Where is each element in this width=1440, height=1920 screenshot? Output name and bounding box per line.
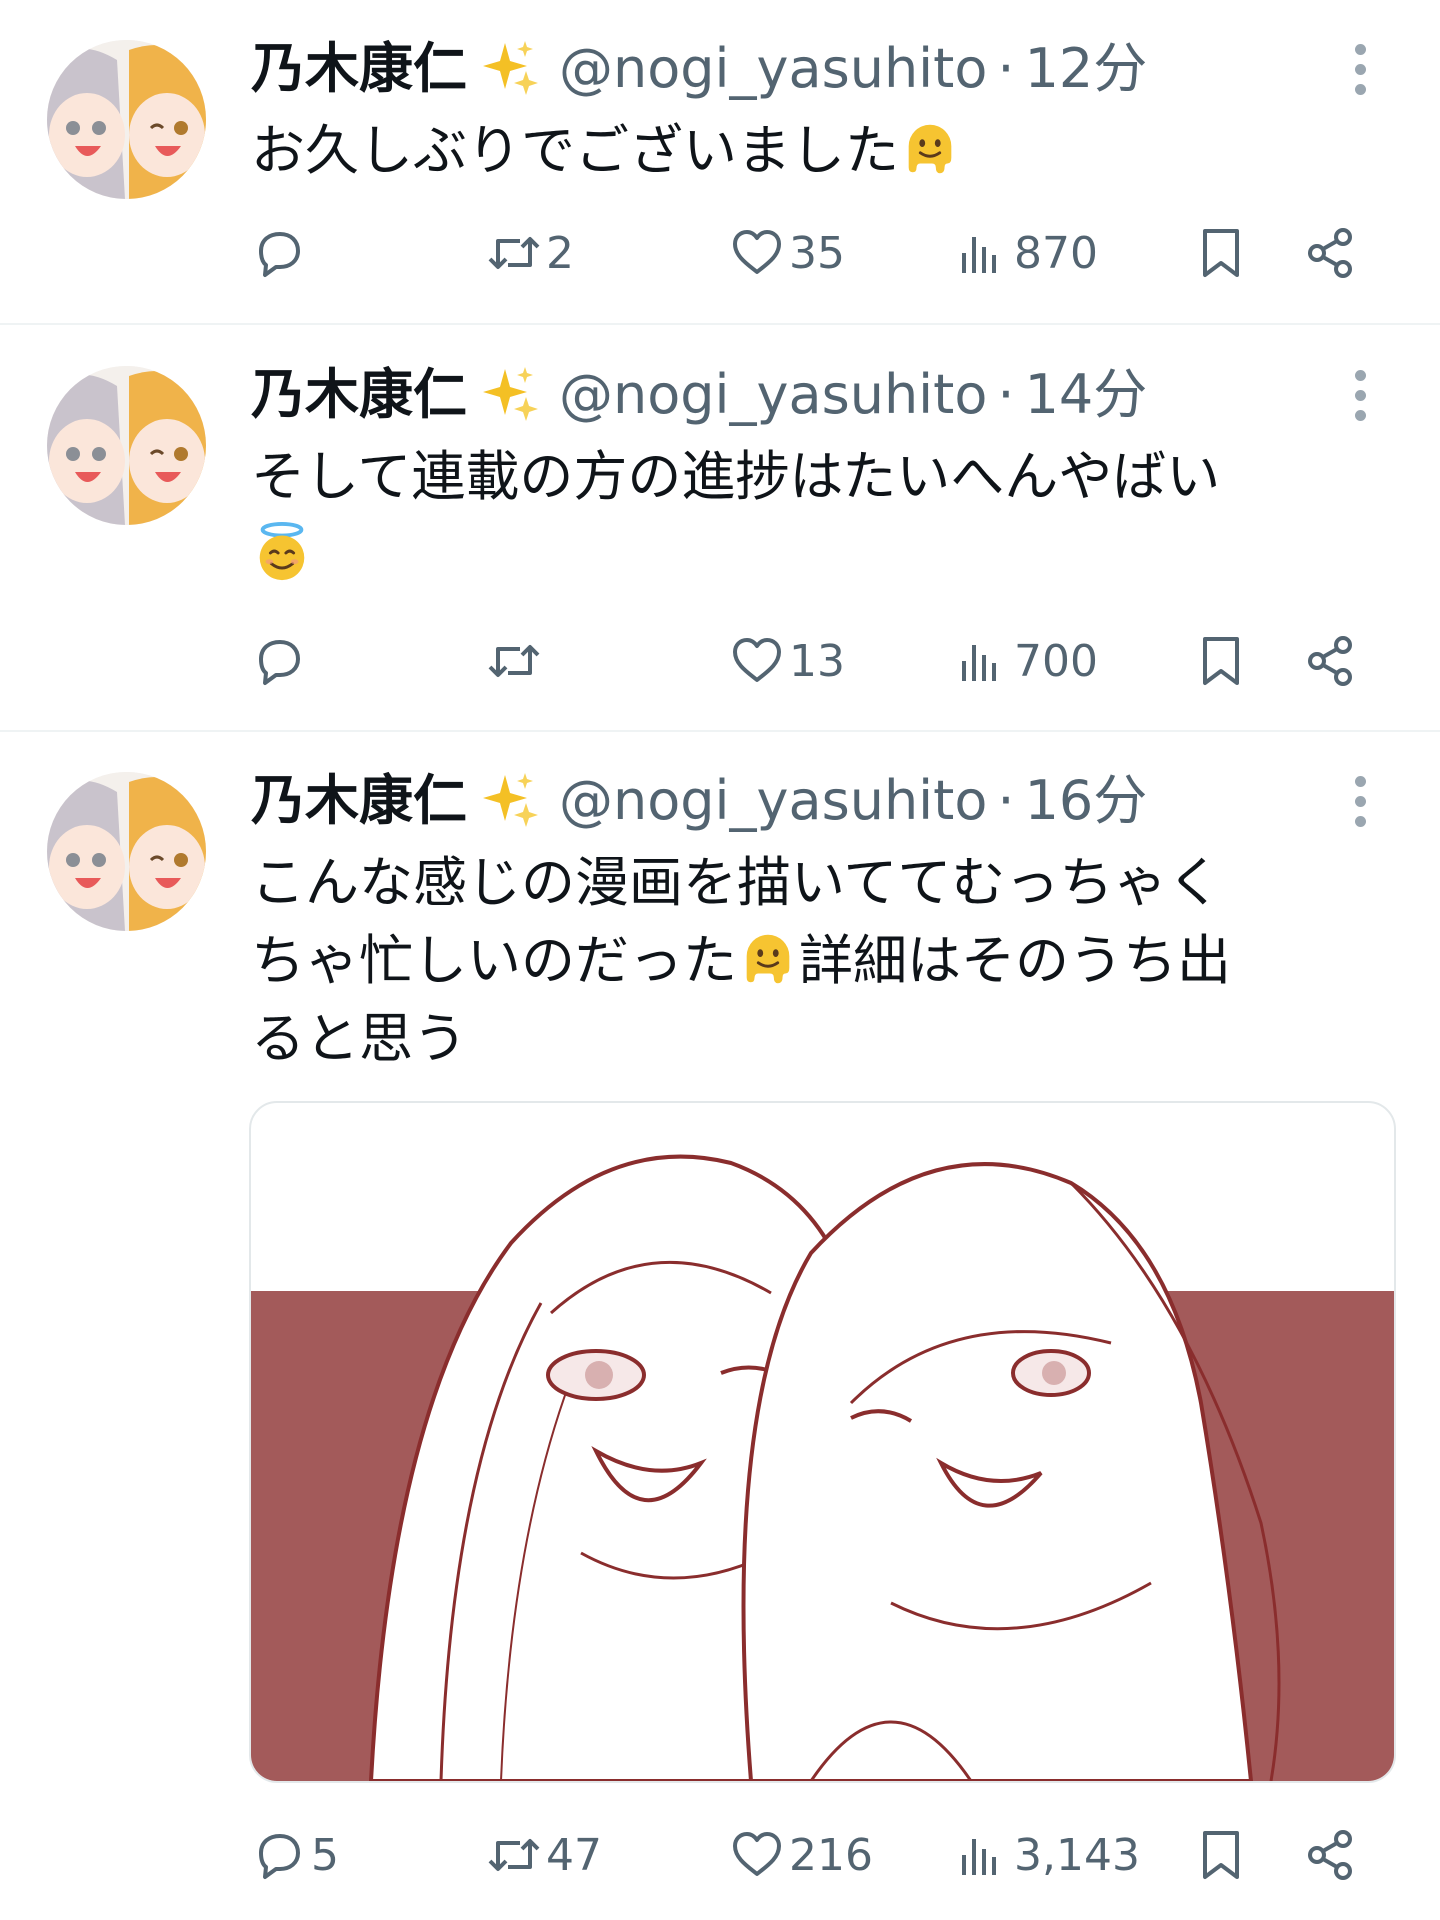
display-name[interactable]: 乃木康仁 [251, 360, 467, 430]
retweet-icon [486, 1827, 542, 1883]
user-handle[interactable]: @nogi_yasuhito [559, 360, 987, 430]
more-icon[interactable] [1345, 34, 1375, 104]
tweet-text: こんな感じの漫画を描いててむっちゃく ちゃ忙しいのだった 詳細はそのうち出 ると思… [251, 844, 1381, 1078]
timestamp[interactable]: 12分 [1025, 34, 1148, 104]
share-button[interactable] [1303, 626, 1359, 696]
retweet-count: 47 [546, 1829, 602, 1881]
like-button[interactable]: 35 [729, 218, 845, 288]
reply-icon [251, 225, 307, 281]
reply-button[interactable] [251, 218, 311, 288]
bookmark-icon [1193, 1827, 1249, 1883]
tweet-text: お久しぶりでございました [251, 112, 1381, 190]
tweet-media-image[interactable] [249, 1101, 1396, 1783]
reply-button[interactable]: 5 [251, 1820, 339, 1890]
share-icon [1303, 225, 1359, 281]
smiling-face-with-halo-emoji [251, 521, 313, 583]
sparkles-icon [477, 363, 541, 427]
reply-button[interactable] [251, 626, 311, 696]
like-count: 35 [789, 227, 845, 279]
tweet-header: 乃木康仁 @nogi_yasuhito · 16分 [251, 766, 1147, 836]
view-count: 870 [1014, 227, 1098, 279]
sparkles-icon [477, 37, 541, 101]
bookmark-icon [1193, 225, 1249, 281]
more-icon[interactable] [1345, 360, 1375, 430]
heart-icon [729, 633, 785, 689]
timestamp[interactable]: 16分 [1025, 766, 1148, 836]
views-button[interactable]: 870 [954, 218, 1098, 288]
view-count: 700 [1014, 635, 1098, 687]
heart-icon [729, 225, 785, 281]
bookmark-button[interactable] [1193, 1820, 1249, 1890]
bookmark-icon [1193, 633, 1249, 689]
separator-dot: · [997, 363, 1015, 426]
view-count: 3,143 [1014, 1829, 1140, 1881]
retweet-button[interactable] [486, 626, 546, 696]
action-bar: 13 700 [251, 626, 1401, 696]
tweet-header: 乃木康仁 @nogi_yasuhito · 12分 [251, 34, 1147, 104]
retweet-button[interactable]: 47 [486, 1820, 602, 1890]
share-button[interactable] [1303, 1820, 1359, 1890]
like-count: 13 [789, 635, 845, 687]
retweet-icon [486, 225, 542, 281]
avatar[interactable] [47, 40, 206, 199]
reply-icon [251, 1827, 307, 1883]
like-button[interactable]: 216 [729, 1820, 873, 1890]
action-bar: 5 47 216 3,143 [251, 1820, 1401, 1890]
tweet-text-part: お久しぶりでございました [251, 119, 899, 182]
like-count: 216 [789, 1829, 873, 1881]
user-handle[interactable]: @nogi_yasuhito [559, 766, 987, 836]
avatar[interactable] [47, 772, 206, 931]
views-icon [954, 1827, 1010, 1883]
retweet-button[interactable]: 2 [486, 218, 574, 288]
timestamp[interactable]: 14分 [1025, 360, 1148, 430]
views-button[interactable]: 700 [954, 626, 1098, 696]
reply-count: 5 [311, 1829, 339, 1881]
retweet-icon [486, 633, 542, 689]
tweet-text: そして連載の方の進捗はたいへんやばい [251, 438, 1381, 594]
retweet-count: 2 [546, 227, 574, 279]
views-icon [954, 633, 1010, 689]
tweet[interactable]: 乃木康仁 @nogi_yasuhito · 12分 お久しぶりでございました 2… [0, 0, 1440, 322]
views-icon [954, 225, 1010, 281]
display-name[interactable]: 乃木康仁 [251, 766, 467, 836]
share-icon [1303, 633, 1359, 689]
avatar[interactable] [47, 366, 206, 525]
views-button[interactable]: 3,143 [954, 1820, 1140, 1890]
reply-icon [251, 633, 307, 689]
melting-face-emoji [737, 927, 799, 989]
tweet[interactable]: 乃木康仁 @nogi_yasuhito · 14分 そして連載の方の進捗はたいへ… [0, 325, 1440, 729]
share-button[interactable] [1303, 218, 1359, 288]
tweet-text-part: そして連載の方の進捗はたいへんやばい [251, 445, 1221, 508]
separator-dot: · [997, 37, 1015, 100]
bookmark-button[interactable] [1193, 626, 1249, 696]
more-icon[interactable] [1345, 766, 1375, 836]
user-handle[interactable]: @nogi_yasuhito [559, 34, 987, 104]
manga-illustration [251, 1154, 1394, 1781]
like-button[interactable]: 13 [729, 626, 845, 696]
sparkles-icon [477, 769, 541, 833]
display-name[interactable]: 乃木康仁 [251, 34, 467, 104]
bookmark-button[interactable] [1193, 218, 1249, 288]
separator-dot: · [997, 769, 1015, 832]
share-icon [1303, 1827, 1359, 1883]
heart-icon [729, 1827, 785, 1883]
action-bar: 2 35 870 [251, 218, 1401, 288]
melting-face-emoji [899, 117, 961, 179]
tweet-header: 乃木康仁 @nogi_yasuhito · 14分 [251, 360, 1147, 430]
